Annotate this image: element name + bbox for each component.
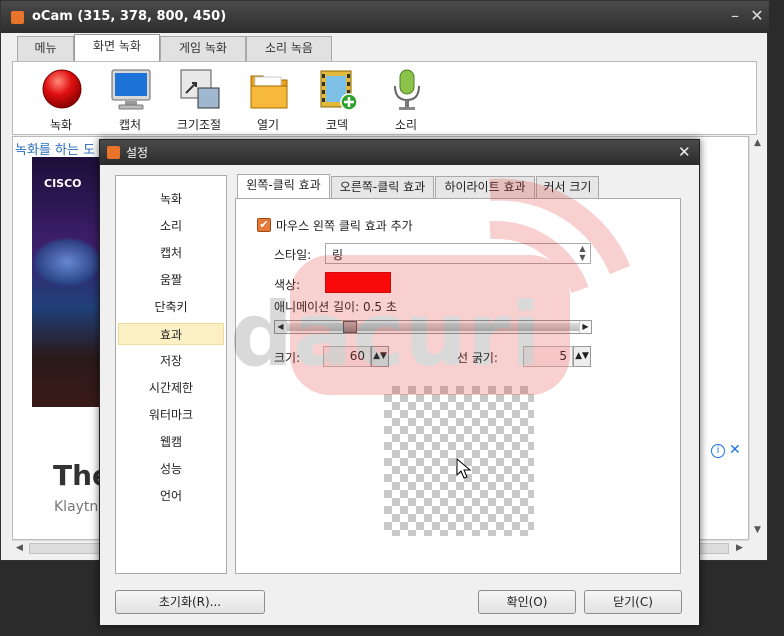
scroll-down-icon[interactable]: ▼ xyxy=(750,523,765,538)
close-button[interactable]: 닫기(C) xyxy=(584,590,682,614)
category-gif[interactable]: 움짤 xyxy=(118,269,224,291)
ad-image[interactable]: CISCO xyxy=(32,157,102,407)
resize-button[interactable]: 크기조절 xyxy=(168,68,230,134)
category-language[interactable]: 언어 xyxy=(118,485,224,507)
tab-cursor-size[interactable]: 커서 크기 xyxy=(536,176,599,198)
capture-label: 캡처 xyxy=(118,118,142,132)
tab-menu[interactable]: 메뉴 xyxy=(17,36,74,61)
category-save[interactable]: 저장 xyxy=(118,350,224,372)
reset-button[interactable]: 초기화(R)... xyxy=(115,590,265,614)
style-label: 스타일: xyxy=(274,248,312,262)
style-select[interactable]: 링 ▲ ▼ xyxy=(325,243,591,264)
ad-stage-light xyxy=(32,237,102,287)
main-title-bar[interactable]: oCam (315, 378, 800, 450) – ✕ xyxy=(1,1,769,33)
category-list: 녹화 소리 캡처 움짤 단축키 효과 저장 시간제한 워터마크 웹캠 성능 언어 xyxy=(115,175,227,574)
toolbar: 녹화 캡처 크기조절 열기 코덱 소리 xyxy=(12,61,757,135)
scroll-left-icon[interactable]: ◀ xyxy=(12,541,27,556)
ocam-app-icon xyxy=(107,146,120,159)
open-label: 열기 xyxy=(256,118,280,132)
slider-left-arrow-icon[interactable]: ◀ xyxy=(275,321,287,333)
record-button[interactable]: 녹화 xyxy=(30,68,92,134)
ad-brand: CISCO xyxy=(44,177,82,190)
minimize-button[interactable]: – xyxy=(725,7,745,27)
slider-right-arrow-icon[interactable]: ▶ xyxy=(579,321,591,333)
ok-button[interactable]: 확인(O) xyxy=(478,590,576,614)
codec-film-icon xyxy=(320,70,358,111)
slider-thumb[interactable] xyxy=(342,321,357,333)
content-link[interactable]: 녹화를 하는 도 xyxy=(15,139,95,158)
line-thickness-label: 선 굵기: xyxy=(457,351,498,365)
codec-label: 코덱 xyxy=(325,118,349,132)
category-sound[interactable]: 소리 xyxy=(118,215,224,237)
cursor-icon xyxy=(456,458,472,479)
line-thickness-stepper[interactable]: ▲▼ xyxy=(573,346,591,367)
tab-game-record[interactable]: 게임 녹화 xyxy=(160,36,246,61)
open-button[interactable]: 열기 xyxy=(237,68,299,134)
style-select-value: 링 xyxy=(332,248,344,262)
effect-preview xyxy=(384,386,534,536)
add-click-effect-label: 마우스 왼쪽 클릭 효과 추가 xyxy=(276,219,413,233)
main-window-title: oCam (315, 378, 800, 450) xyxy=(32,9,227,24)
category-performance[interactable]: 성능 xyxy=(118,458,224,480)
sound-button[interactable]: 소리 xyxy=(375,68,437,134)
record-label: 녹화 xyxy=(49,118,73,132)
scroll-up-icon[interactable]: ▲ xyxy=(750,136,765,151)
line-thickness-input[interactable]: 5 xyxy=(523,346,573,367)
dialog-title-bar[interactable]: 설정 ✕ xyxy=(100,140,699,165)
animation-length-slider[interactable]: ◀ ▶ xyxy=(274,320,592,334)
scroll-right-icon[interactable]: ▶ xyxy=(732,541,747,556)
tab-screen-record[interactable]: 화면 녹화 xyxy=(74,34,160,62)
dialog-title: 설정 xyxy=(126,146,149,160)
close-icon[interactable]: ✕ xyxy=(747,7,767,27)
ad-info-icon[interactable]: i xyxy=(711,444,725,458)
ocam-app-icon xyxy=(11,11,24,24)
settings-dialog: 설정 ✕ 녹화 소리 캡처 움짤 단축키 효과 저장 시간제한 워터마크 웹캠 … xyxy=(99,139,700,626)
capture-button[interactable]: 캡처 xyxy=(99,68,161,134)
color-label: 색상: xyxy=(274,278,301,292)
tab-left-click-effect[interactable]: 왼쪽-클릭 효과 xyxy=(237,174,330,199)
category-webcam[interactable]: 웹캠 xyxy=(118,431,224,453)
dialog-close-icon[interactable]: ✕ xyxy=(678,143,691,161)
microphone-icon xyxy=(394,69,420,110)
category-time-limit[interactable]: 시간제한 xyxy=(118,377,224,399)
category-capture[interactable]: 캡처 xyxy=(118,242,224,264)
size-input[interactable]: 60 xyxy=(323,346,371,367)
effect-settings-panel: ✔ 마우스 왼쪽 클릭 효과 추가 스타일: 링 ▲ ▼ 색상: 애니메이션 길이… xyxy=(235,198,681,574)
codec-button[interactable]: 코덱 xyxy=(306,68,368,134)
vertical-scrollbar[interactable]: ▲ ▼ xyxy=(749,136,766,540)
resize-label: 크기조절 xyxy=(176,118,222,132)
monitor-icon xyxy=(111,69,151,110)
slider-track xyxy=(287,323,580,331)
record-icon xyxy=(42,69,82,109)
size-label: 크기: xyxy=(274,351,301,365)
animation-length-label: 애니메이션 길이: 0.5 초 xyxy=(274,300,397,314)
color-swatch-button[interactable] xyxy=(325,272,391,293)
ad-subtext: Klaytn xyxy=(54,499,99,515)
size-stepper[interactable]: ▲▼ xyxy=(371,346,389,367)
ad-close-icon[interactable]: ✕ xyxy=(729,442,741,458)
tab-highlight-effect[interactable]: 하이라이트 효과 xyxy=(435,176,535,198)
sound-label: 소리 xyxy=(394,118,418,132)
folder-icon xyxy=(250,75,288,109)
tab-audio-record[interactable]: 소리 녹음 xyxy=(246,36,332,61)
category-record[interactable]: 녹화 xyxy=(118,188,224,210)
category-effects[interactable]: 효과 xyxy=(118,323,224,345)
category-hotkey[interactable]: 단축키 xyxy=(118,296,224,318)
tab-right-click-effect[interactable]: 오른쪽-클릭 효과 xyxy=(331,176,434,198)
add-click-effect-checkbox[interactable]: ✔ xyxy=(257,218,271,232)
category-watermark[interactable]: 워터마크 xyxy=(118,404,224,426)
select-arrows-icon: ▲ ▼ xyxy=(579,244,586,262)
resize-icon xyxy=(180,69,220,109)
